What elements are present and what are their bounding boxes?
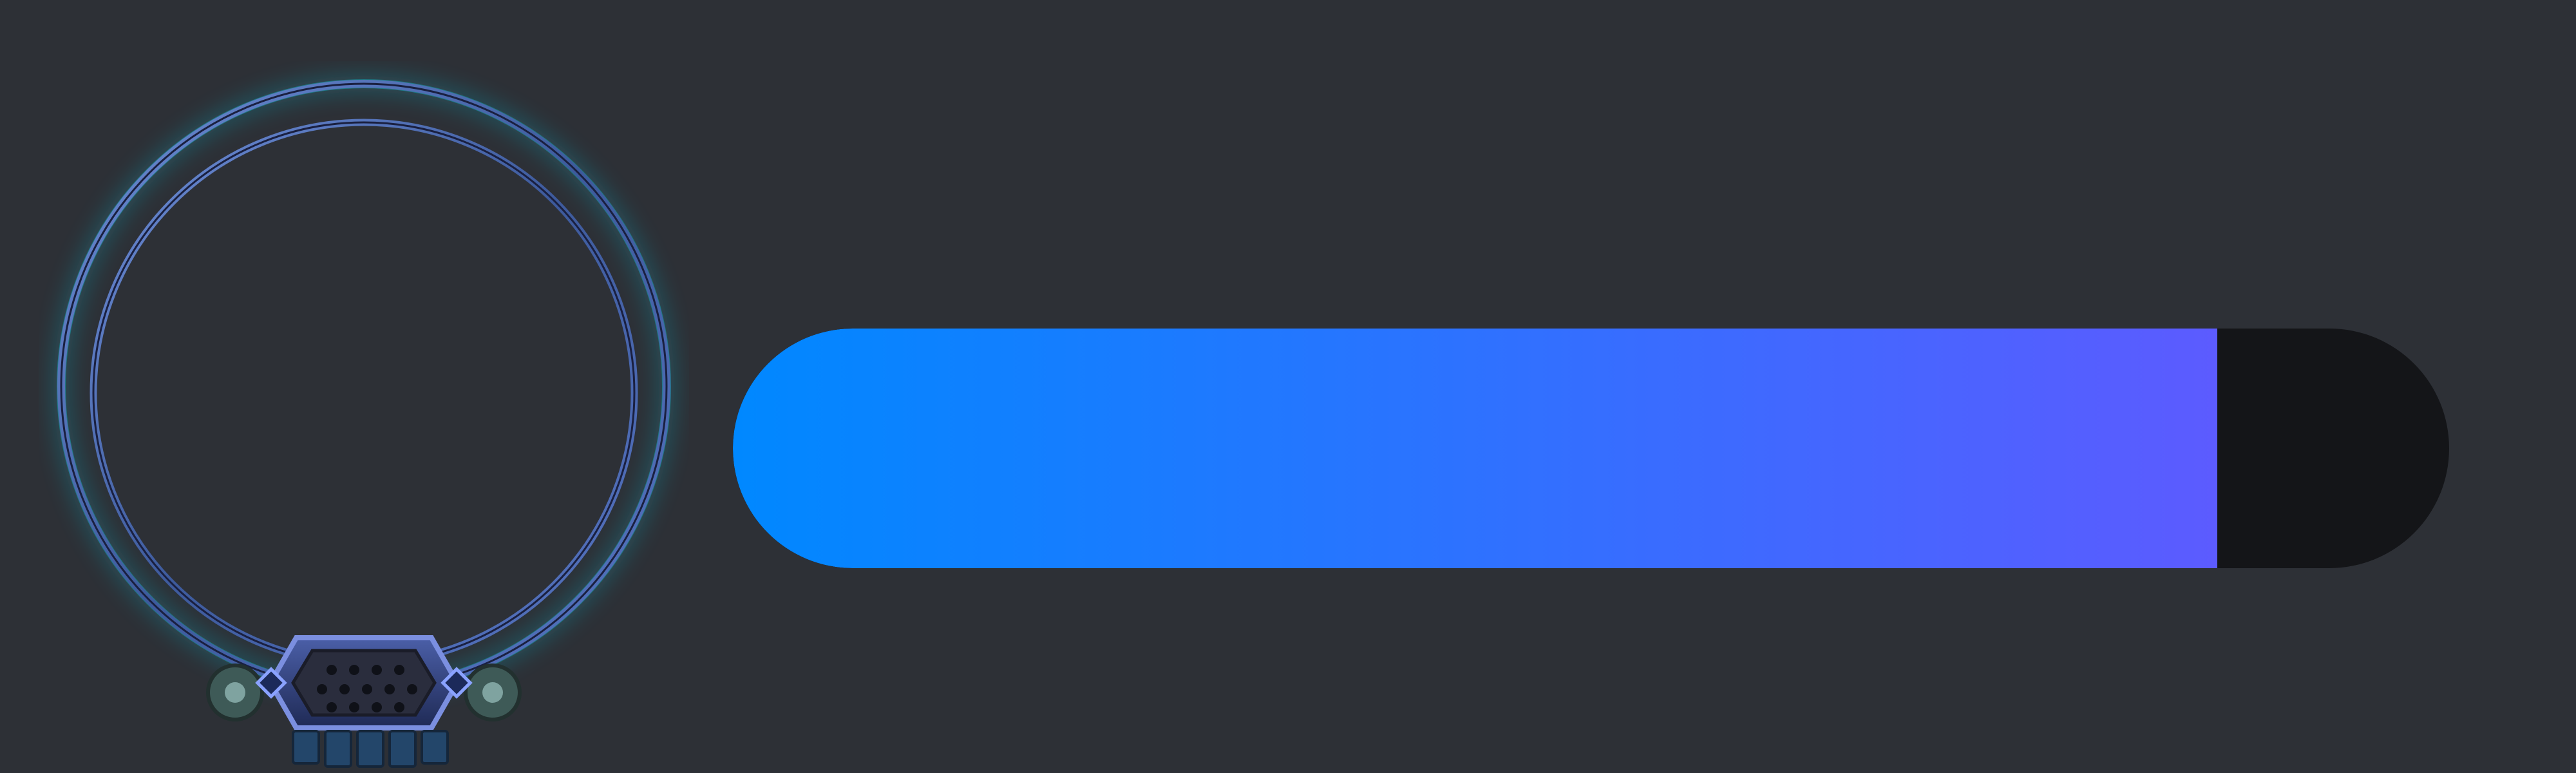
experience-progress-fill [733, 329, 2218, 568]
game-hud [0, 0, 2576, 773]
experience-progress-bar [733, 329, 2449, 568]
avatar-portrait-frame [39, 61, 689, 773]
portrait-ring-frame-icon [57, 79, 671, 768]
